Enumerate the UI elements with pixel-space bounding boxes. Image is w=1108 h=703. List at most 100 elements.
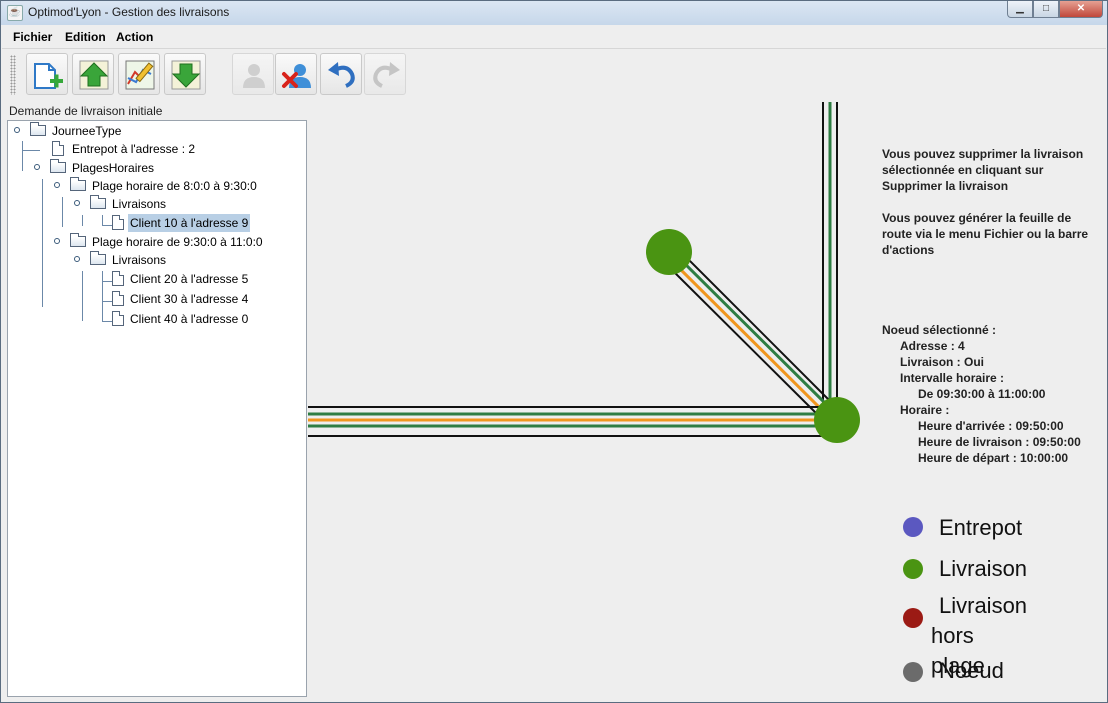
- file-icon: [112, 271, 124, 286]
- add-delivery-button[interactable]: [232, 53, 274, 95]
- file-icon: [112, 291, 124, 306]
- tree-node-client30[interactable]: Client 30 à l'adresse 4: [92, 290, 292, 308]
- file-icon: [112, 215, 124, 230]
- upload-icon: [79, 60, 109, 90]
- tree-label: PlagesHoraires: [72, 161, 155, 175]
- file-icon: [112, 311, 124, 326]
- minimize-button[interactable]: ▁: [1007, 1, 1033, 18]
- node-address: Adresse : 4: [900, 339, 965, 353]
- tree-node-client10[interactable]: Client 10 à l'adresse 9: [92, 214, 292, 232]
- map-canvas[interactable]: [308, 102, 867, 698]
- info-text: route via le menu Fichier ou la barre: [882, 227, 1089, 241]
- app-window: ☕ Optimod'Lyon - Gestion des livraisons …: [0, 0, 1108, 703]
- load-map-button[interactable]: [72, 53, 114, 95]
- map-edit-icon: [125, 60, 155, 90]
- undo-button[interactable]: [320, 53, 362, 95]
- tree-node-client20[interactable]: Client 20 à l'adresse 5: [92, 270, 292, 288]
- tree-label: Plage horaire de 9:30:0 à 11:0:0: [92, 235, 263, 249]
- new-file-icon: [34, 63, 63, 89]
- tree-node-client40[interactable]: Client 40 à l'adresse 0: [92, 310, 292, 328]
- delivery-node[interactable]: [646, 229, 692, 275]
- undo-icon: [328, 62, 355, 88]
- tree-expand-handle[interactable]: [54, 182, 60, 188]
- menu-fichier[interactable]: Fichier: [13, 30, 52, 44]
- delivery-tree-panel: Demande de livraison initiale JourneeTyp…: [7, 102, 307, 698]
- info-text: Vous pouvez supprimer la livraison: [882, 147, 1084, 161]
- legend-label: Livraison: [939, 556, 1028, 581]
- delete-user-icon: [282, 64, 311, 88]
- new-delivery-request-button[interactable]: [26, 53, 68, 95]
- info-text: Supprimer la livraison: [882, 179, 1009, 193]
- tree-panel-title: Demande de livraison initiale: [9, 104, 163, 118]
- entrepot-dot-icon: [903, 517, 923, 537]
- info-text: Vous pouvez générer la feuille de: [882, 211, 1072, 225]
- node-arrivee: Heure d'arrivée : 09:50:00: [918, 419, 1064, 433]
- maximize-button[interactable]: □: [1033, 1, 1059, 18]
- node-livraison: Livraison : Oui: [900, 355, 985, 369]
- tree-label: JourneeType: [52, 124, 122, 138]
- folder-icon: [50, 159, 66, 173]
- tree-label: Client 20 à l'adresse 5: [130, 272, 249, 286]
- route-segment: [669, 248, 835, 413]
- folder-icon: [70, 233, 86, 247]
- node-horaire-label: Horaire :: [900, 403, 950, 417]
- folder-icon: [70, 177, 86, 191]
- toolbar: [2, 48, 1106, 101]
- menu-bar: Fichier Edition Action: [2, 26, 1106, 48]
- route-segment: [664, 253, 830, 418]
- node-info-title: Noeud sélectionné :: [882, 323, 997, 337]
- java-app-icon: ☕: [7, 5, 23, 21]
- map-view[interactable]: [308, 102, 867, 698]
- hors-plage-dot-icon: [903, 608, 923, 628]
- tree-label-selected: Client 10 à l'adresse 9: [128, 214, 251, 232]
- tree-node-journee[interactable]: JourneeType: [12, 122, 212, 140]
- tree-node-livraisons2[interactable]: Livraisons: [72, 251, 272, 269]
- delivery-tree[interactable]: JourneeType Entrepot à l'adresse : 2 Pla…: [7, 120, 307, 697]
- delete-delivery-button[interactable]: [275, 53, 317, 95]
- toolbar-grip[interactable]: [10, 55, 16, 95]
- close-button[interactable]: ✕: [1059, 1, 1103, 18]
- menu-action[interactable]: Action: [116, 30, 153, 44]
- info-panel: Vous pouvez supprimer la livraison sélec…: [882, 146, 1097, 466]
- edit-map-button[interactable]: [118, 53, 160, 95]
- title-bar[interactable]: ☕ Optimod'Lyon - Gestion des livraisons …: [1, 1, 1107, 25]
- noeud-dot-icon: [903, 662, 923, 682]
- legend-label: Noeud: [939, 658, 1004, 683]
- tree-node-entrepot[interactable]: Entrepot à l'adresse : 2: [32, 140, 232, 158]
- node-intervalle-value: De 09:30:00 à 11:00:00: [918, 387, 1046, 401]
- road-edge: [675, 246, 837, 408]
- node-livraison-time: Heure de livraison : 09:50:00: [918, 435, 1081, 449]
- tree-label: Entrepot à l'adresse : 2: [72, 142, 196, 156]
- tree-expand-handle[interactable]: [14, 127, 20, 133]
- tree-expand-handle[interactable]: [74, 200, 80, 206]
- info-text: sélectionnée en cliquant sur: [882, 163, 1044, 177]
- road-edge: [660, 258, 824, 421]
- info-text: d'actions: [882, 243, 935, 257]
- load-delivery-button[interactable]: [164, 53, 206, 95]
- tree-label: Client 30 à l'adresse 4: [130, 292, 249, 306]
- window-title: Optimod'Lyon - Gestion des livraisons: [28, 5, 230, 19]
- redo-icon: [373, 62, 400, 88]
- tree-label: Livraisons: [112, 197, 167, 211]
- tree-node-plage1[interactable]: Plage horaire de 8:0:0 à 9:30:0: [52, 177, 292, 195]
- tree-node-livraisons1[interactable]: Livraisons: [72, 195, 272, 213]
- tree-node-plage2[interactable]: Plage horaire de 9:30:0 à 11:0:0: [52, 233, 292, 251]
- tree-expand-handle[interactable]: [54, 238, 60, 244]
- folder-icon: [90, 251, 106, 265]
- legend-label: Entrepot: [939, 515, 1023, 540]
- redo-button[interactable]: [364, 53, 406, 95]
- tree-node-plages[interactable]: PlagesHoraires: [32, 159, 252, 177]
- livraison-dot-icon: [903, 559, 923, 579]
- tree-expand-handle[interactable]: [34, 164, 40, 170]
- menu-edition[interactable]: Edition: [65, 30, 106, 44]
- folder-icon: [30, 122, 46, 136]
- delivery-node-selected[interactable]: [814, 397, 860, 443]
- tree-label: Client 40 à l'adresse 0: [130, 312, 249, 326]
- legend-label: Livraison: [939, 593, 1028, 618]
- download-icon: [171, 60, 201, 90]
- file-icon: [52, 141, 64, 156]
- tree-label: Plage horaire de 8:0:0 à 9:30:0: [92, 179, 257, 193]
- folder-icon: [90, 195, 106, 209]
- tree-label: Livraisons: [112, 253, 167, 267]
- tree-expand-handle[interactable]: [74, 256, 80, 262]
